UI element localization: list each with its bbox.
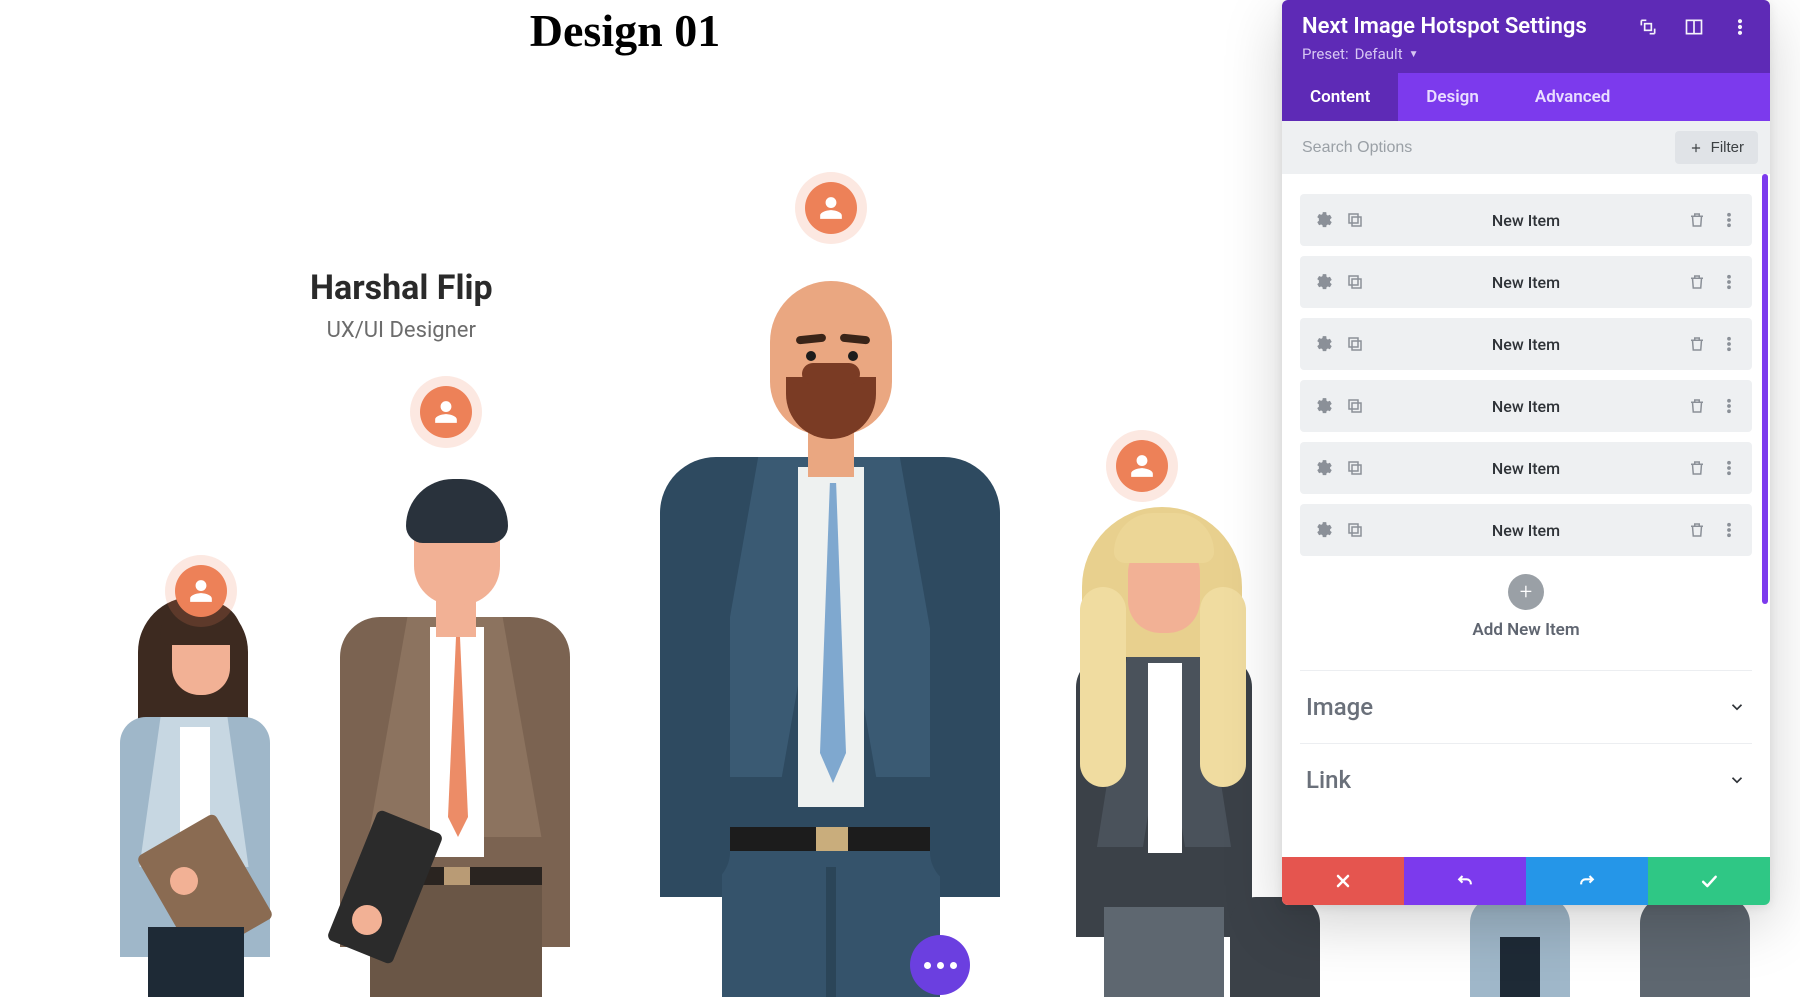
gear-icon[interactable]: [1314, 397, 1332, 415]
item-label: New Item: [1364, 521, 1688, 540]
duplicate-icon[interactable]: [1346, 211, 1364, 229]
hotspot-item-row[interactable]: New Item: [1300, 194, 1752, 246]
duplicate-icon[interactable]: [1346, 335, 1364, 353]
scrollbar-thumb[interactable]: [1762, 174, 1768, 604]
tooltip-role: UX/UI Designer: [310, 318, 493, 343]
search-row: Filter: [1282, 121, 1770, 174]
chevron-down-icon: [1728, 698, 1746, 716]
gear-icon[interactable]: [1314, 335, 1332, 353]
item-label: New Item: [1364, 335, 1688, 354]
duplicate-icon[interactable]: [1346, 273, 1364, 291]
floating-actions-button[interactable]: [910, 935, 970, 995]
action-bar: [1282, 857, 1770, 905]
settings-panel: Next Image Hotspot Settings Preset: Defa…: [1282, 0, 1770, 905]
more-icon[interactable]: [1720, 459, 1738, 477]
hotspot-item-row[interactable]: New Item: [1300, 256, 1752, 308]
hotspot-marker[interactable]: [805, 182, 857, 234]
trash-icon[interactable]: [1688, 459, 1706, 477]
more-icon[interactable]: [1720, 335, 1738, 353]
search-input[interactable]: [1294, 133, 1665, 163]
more-icon[interactable]: [1720, 397, 1738, 415]
add-item-button[interactable]: +: [1508, 574, 1544, 610]
gear-icon[interactable]: [1314, 459, 1332, 477]
filter-label: Filter: [1711, 139, 1744, 156]
trash-icon[interactable]: [1688, 273, 1706, 291]
chevron-down-icon: [1728, 771, 1746, 789]
item-label: New Item: [1364, 273, 1688, 292]
gear-icon[interactable]: [1314, 211, 1332, 229]
filter-button[interactable]: Filter: [1675, 131, 1758, 164]
columns-icon[interactable]: [1684, 17, 1704, 37]
tooltip-name: Harshal Flip: [310, 268, 493, 308]
duplicate-icon[interactable]: [1346, 459, 1364, 477]
item-label: New Item: [1364, 459, 1688, 478]
hotspot-marker[interactable]: [175, 565, 227, 617]
caret-down-icon: ▼: [1409, 49, 1419, 60]
item-label: New Item: [1364, 397, 1688, 416]
duplicate-icon[interactable]: [1346, 521, 1364, 539]
section-link[interactable]: Link: [1300, 743, 1752, 816]
section-link-label: Link: [1306, 766, 1351, 794]
tab-design[interactable]: Design: [1398, 73, 1507, 121]
tab-advanced[interactable]: Advanced: [1507, 73, 1639, 121]
preset-selector[interactable]: Preset: Default ▼: [1302, 45, 1750, 63]
preset-label: Preset:: [1302, 45, 1349, 63]
illustration-person-1: [90, 567, 290, 997]
hotspot-marker[interactable]: [420, 386, 472, 438]
add-item-label: Add New Item: [1300, 620, 1752, 640]
hotspot-tooltip: Harshal Flip UX/UI Designer: [310, 268, 493, 343]
illustration-person-3: [630, 227, 1030, 997]
save-button[interactable]: [1648, 857, 1770, 905]
hotspot-item-row[interactable]: New Item: [1300, 442, 1752, 494]
item-label: New Item: [1364, 211, 1688, 230]
more-icon[interactable]: [1730, 17, 1750, 37]
panel-body: New Item New Item New Item New Item: [1282, 174, 1770, 857]
trash-icon[interactable]: [1688, 335, 1706, 353]
duplicate-icon[interactable]: [1346, 397, 1364, 415]
gear-icon[interactable]: [1314, 273, 1332, 291]
panel-header: Next Image Hotspot Settings Preset: Defa…: [1282, 0, 1770, 73]
trash-icon[interactable]: [1688, 211, 1706, 229]
more-icon[interactable]: [1720, 211, 1738, 229]
cancel-button[interactable]: [1282, 857, 1404, 905]
preview-canvas: Design 01 Harshal Flip UX/UI Designer: [0, 0, 1250, 997]
tab-content[interactable]: Content: [1282, 73, 1398, 121]
panel-tabs: Content Design Advanced: [1282, 73, 1770, 121]
trash-icon[interactable]: [1688, 521, 1706, 539]
panel-title: Next Image Hotspot Settings: [1302, 14, 1587, 39]
hotspot-item-row[interactable]: New Item: [1300, 504, 1752, 556]
illustration-person-2: [310, 437, 600, 997]
undo-button[interactable]: [1404, 857, 1526, 905]
more-icon[interactable]: [1720, 273, 1738, 291]
more-icon[interactable]: [1720, 521, 1738, 539]
redo-button[interactable]: [1526, 857, 1648, 905]
hotspot-item-row[interactable]: New Item: [1300, 318, 1752, 370]
gear-icon[interactable]: [1314, 521, 1332, 539]
expand-icon[interactable]: [1638, 17, 1658, 37]
section-image[interactable]: Image: [1300, 670, 1752, 743]
hotspot-marker[interactable]: [1116, 440, 1168, 492]
hotspot-item-row[interactable]: New Item: [1300, 380, 1752, 432]
preset-value: Default: [1355, 45, 1403, 63]
trash-icon[interactable]: [1688, 397, 1706, 415]
section-image-label: Image: [1306, 693, 1373, 721]
canvas-title: Design 01: [0, 4, 1250, 57]
